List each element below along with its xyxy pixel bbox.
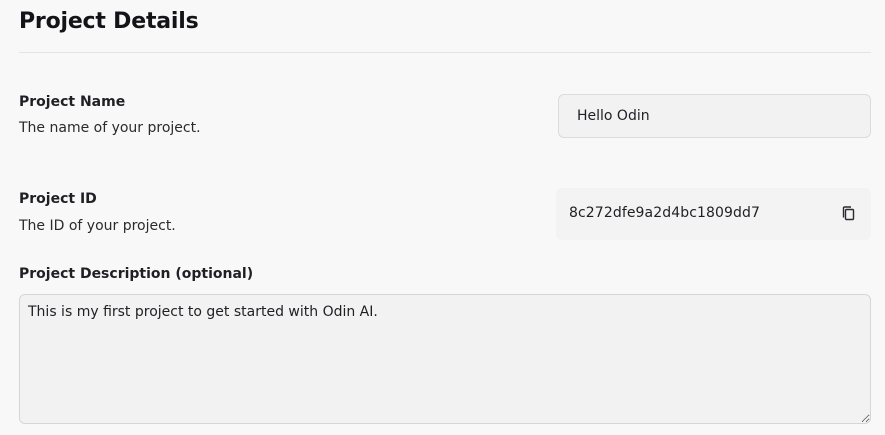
project-id-value: 8c272dfe9a2d4bc1809dd7 xyxy=(569,205,761,221)
copy-icon[interactable] xyxy=(841,205,857,223)
project-id-field: 8c272dfe9a2d4bc1809dd7 xyxy=(556,188,871,240)
project-description-label: Project Description (optional) xyxy=(19,266,254,282)
project-name-label: Project Name xyxy=(19,94,126,110)
divider xyxy=(19,52,871,53)
page-title: Project Details xyxy=(19,9,199,34)
project-details-panel: Project Details Project Name The name of… xyxy=(0,0,885,435)
project-id-description: The ID of your project. xyxy=(19,218,176,234)
project-id-label: Project ID xyxy=(19,191,97,207)
project-description-textarea[interactable]: This is my first project to get started … xyxy=(19,294,871,424)
project-name-input[interactable] xyxy=(558,94,871,138)
project-name-description: The name of your project. xyxy=(19,120,201,136)
